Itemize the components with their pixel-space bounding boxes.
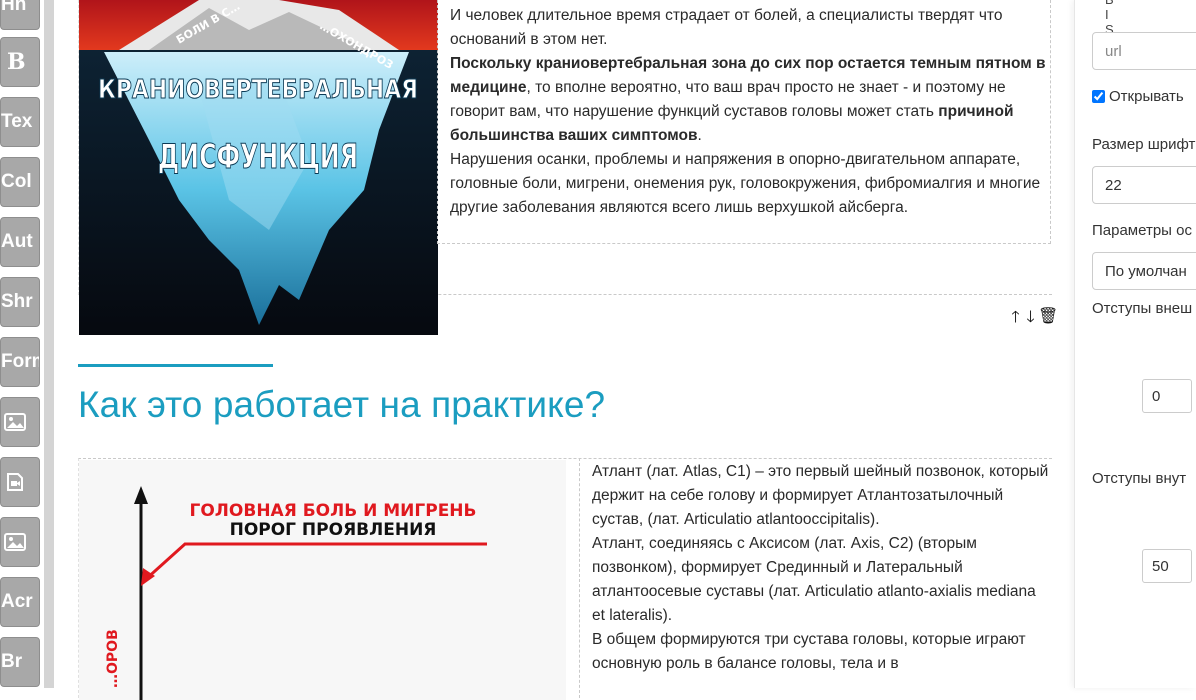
tool-hn-button[interactable]: Hn bbox=[0, 0, 40, 30]
open-checkbox[interactable] bbox=[1092, 90, 1105, 103]
paragraph-2-mid: , то вполне вероятно, что ваш врач прост… bbox=[450, 79, 1006, 120]
tool-col-button[interactable]: Col bbox=[0, 157, 40, 207]
move-up-icon[interactable]: 🡑 bbox=[1008, 306, 1023, 333]
open-new-window-checkbox[interactable]: Открывать bbox=[1092, 88, 1184, 105]
tool-tex-button[interactable]: Tex bbox=[0, 97, 40, 147]
tool-label: Tex bbox=[1, 111, 33, 132]
iceberg-paragraph-2: Поскольку краниовертебральная зона до си… bbox=[450, 52, 1050, 148]
tool-shr-button[interactable]: Shr bbox=[0, 277, 40, 327]
tool-sidebar: Hn B Tex Col Aut Shr Form Acr Br bbox=[0, 0, 56, 688]
tool-b-button[interactable]: B bbox=[0, 37, 40, 87]
tool-label: Form bbox=[1, 351, 39, 372]
params-label: Параметры ос bbox=[1092, 222, 1192, 239]
chart-axis-label: …ОРОВ bbox=[105, 629, 121, 688]
headache-chart-image[interactable]: ГОЛОВНАЯ БОЛЬ И МИГРЕНЬ ПОРОГ ПРОЯВЛЕНИЯ… bbox=[79, 460, 566, 700]
tool-br-button[interactable]: Br bbox=[0, 637, 40, 687]
tool-video-button[interactable] bbox=[0, 457, 40, 507]
image-icon bbox=[4, 413, 26, 431]
tool-label: Col bbox=[1, 171, 32, 192]
image-title-line1: КРАНИОВЕРТЕБРАЛЬНАЯ bbox=[98, 75, 418, 105]
editor-canvas: БОЛИ В С… …ОХОНДРОЗ КРАНИОВЕРТЕБРАЛЬНАЯ … bbox=[56, 0, 1074, 700]
block-controls: 🡑 🡓 🗑 bbox=[1008, 306, 1058, 333]
tool-label: Aut bbox=[1, 231, 33, 252]
tool-image-button[interactable] bbox=[0, 397, 40, 447]
inner-padding-label: Отступы внут bbox=[1092, 470, 1187, 487]
tool-form-button[interactable]: Form bbox=[0, 337, 40, 387]
params-select[interactable]: По умолчан bbox=[1092, 252, 1196, 290]
chart-title-1: ГОЛОВНАЯ БОЛЬ И МИГРЕНЬ bbox=[190, 501, 477, 521]
atlas-text-block[interactable]: Атлант (лат. Atlas, C1) – это первый шей… bbox=[579, 458, 1051, 698]
atlas-paragraph-1: Атлант (лат. Atlas, C1) – это первый шей… bbox=[592, 463, 1049, 528]
atlas-paragraph-2: Атлант, соединяясь с Аксисом (лат. Axis,… bbox=[592, 535, 1036, 624]
iceberg-image[interactable]: БОЛИ В С… …ОХОНДРОЗ КРАНИОВЕРТЕБРАЛЬНАЯ … bbox=[79, 0, 438, 335]
iceberg-text-block[interactable]: И человек длительное время страдает от б… bbox=[437, 0, 1051, 244]
atlas-paragraph-3: В общем формируются три сустава головы, … bbox=[592, 631, 1026, 672]
font-size-label: Размер шрифт bbox=[1092, 136, 1196, 153]
iceberg-paragraph-1: И человек длительное время страдает от б… bbox=[450, 7, 1003, 48]
tool-label: B bbox=[7, 49, 26, 75]
open-checkbox-label: Открывать bbox=[1109, 88, 1184, 105]
move-down-icon[interactable]: 🡓 bbox=[1023, 306, 1038, 333]
video-file-icon bbox=[7, 473, 23, 491]
heading-accent-line bbox=[78, 364, 273, 367]
chart-title-2: ПОРОГ ПРОЯВЛЕНИЯ bbox=[230, 520, 437, 540]
paragraph-2-end: . bbox=[697, 127, 702, 144]
section-heading[interactable]: Как это работает на практике? bbox=[78, 384, 605, 426]
sidebar-scroll-rail[interactable] bbox=[44, 0, 54, 688]
inner-padding-input[interactable]: 50 bbox=[1142, 549, 1192, 583]
tool-acr-button[interactable]: Acr bbox=[0, 577, 40, 627]
delete-icon[interactable]: 🗑 bbox=[1038, 306, 1058, 333]
properties-panel: B I S url Открывать Размер шрифт 22 Пара… bbox=[1074, 0, 1196, 688]
tool-label: Hn bbox=[1, 0, 27, 15]
iceberg-paragraph-3: Нарушения осанки, проблемы и напряжения … bbox=[450, 151, 1041, 216]
image-title-line2: ДИСФУНКЦИЯ bbox=[158, 137, 358, 177]
tool-label: Br bbox=[1, 651, 23, 672]
tool-aut-button[interactable]: Aut bbox=[0, 217, 40, 267]
url-input[interactable]: url bbox=[1092, 32, 1196, 70]
font-size-input[interactable]: 22 bbox=[1092, 166, 1196, 204]
tool-label: Acr bbox=[1, 591, 33, 612]
image-icon bbox=[4, 533, 26, 551]
outer-margin-input[interactable]: 0 bbox=[1142, 379, 1192, 413]
tool-image-button[interactable] bbox=[0, 517, 40, 567]
tool-label: Shr bbox=[1, 291, 33, 312]
outer-margin-label: Отступы внеш bbox=[1092, 300, 1193, 317]
